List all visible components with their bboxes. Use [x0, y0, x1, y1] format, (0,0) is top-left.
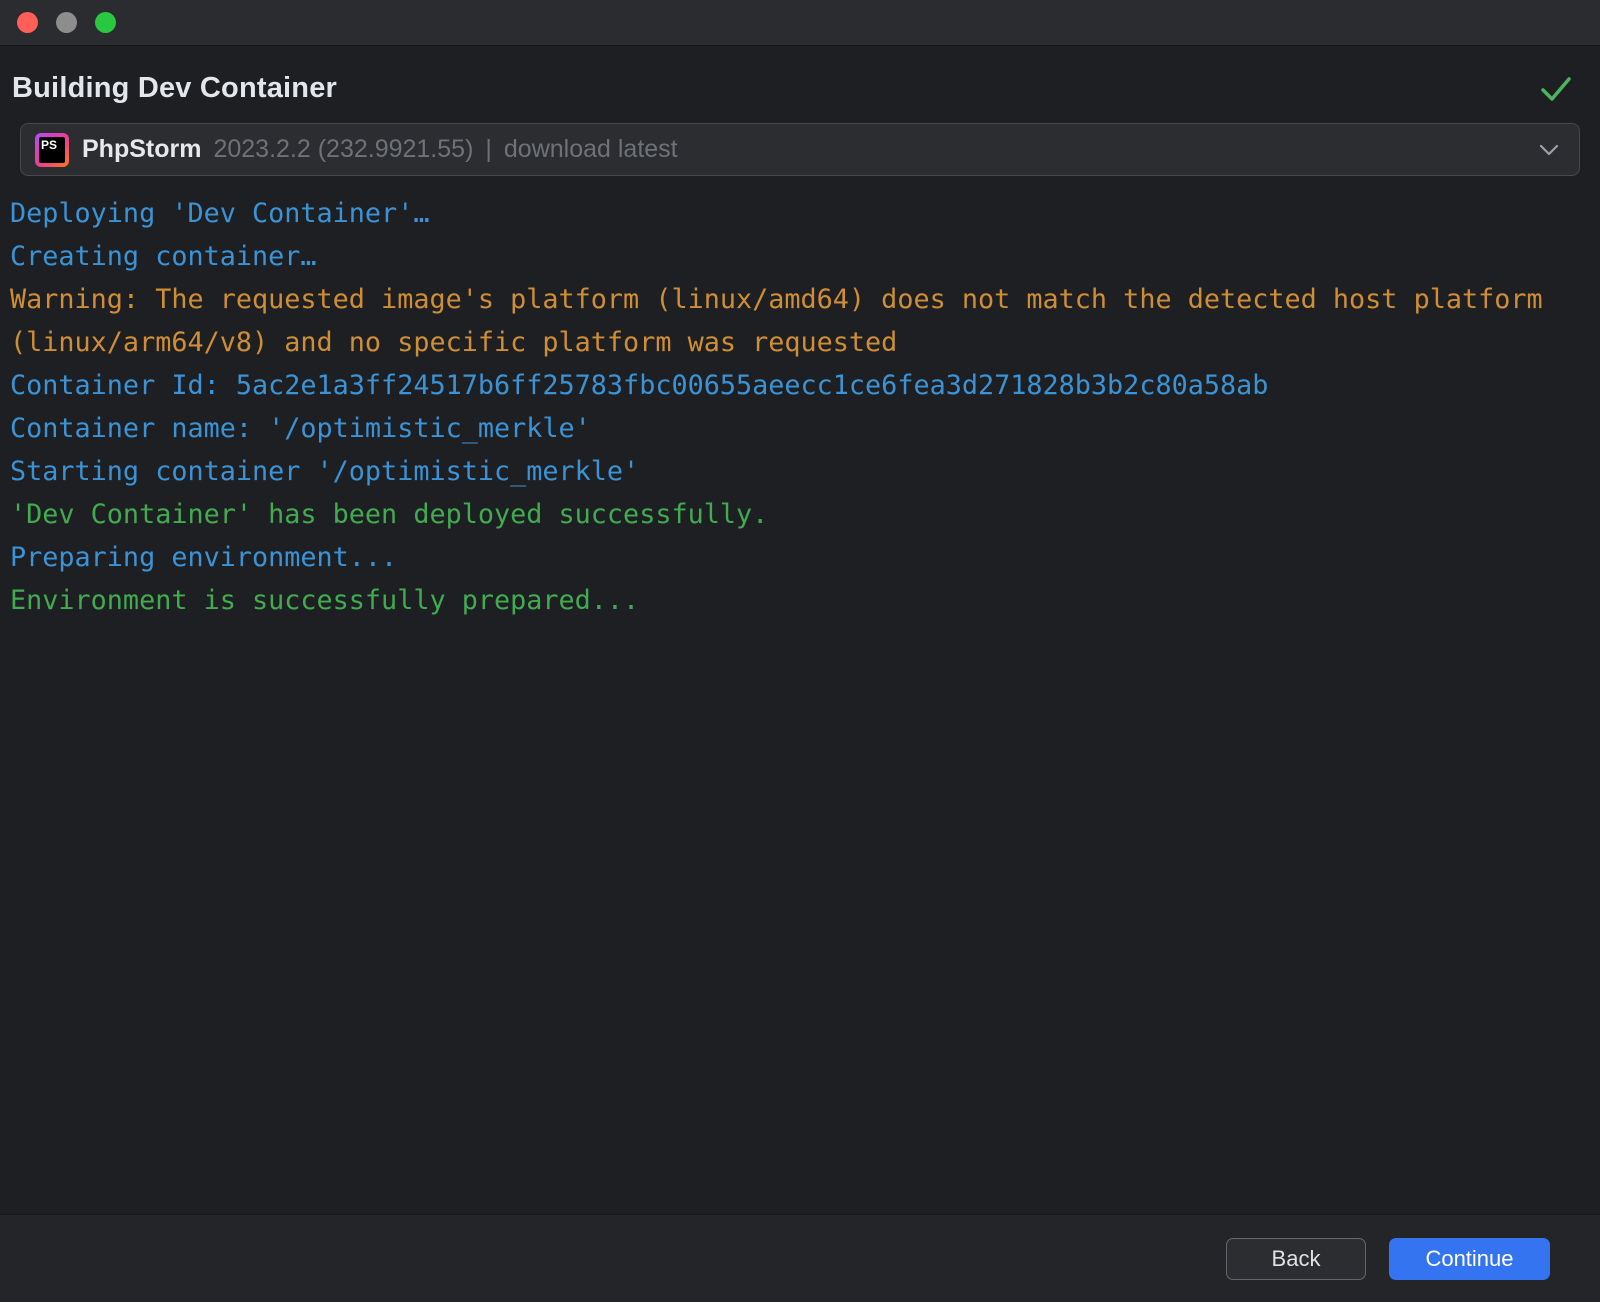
console-line: Container Id: 5ac2e1a3ff24517b6ff25783fb… — [10, 364, 1588, 407]
continue-button[interactable]: Continue — [1389, 1238, 1550, 1280]
header: Building Dev Container — [0, 46, 1600, 119]
console-line: Starting container '/optimistic_merkle' — [10, 450, 1588, 493]
phpstorm-icon: PS — [35, 133, 69, 167]
download-latest-link[interactable]: download latest — [504, 135, 678, 164]
console-line: Deploying 'Dev Container'… — [10, 192, 1588, 235]
console-log: Deploying 'Dev Container'…Creating conta… — [0, 176, 1600, 1214]
console-line: Environment is successfully prepared... — [10, 579, 1588, 622]
close-window-button[interactable] — [17, 12, 38, 33]
ide-selector-dropdown[interactable]: PS PhpStorm 2023.2.2 (232.9921.55) | dow… — [20, 123, 1580, 176]
console-line: Preparing environment... — [10, 536, 1588, 579]
console-line: Container name: '/optimistic_merkle' — [10, 407, 1588, 450]
back-button[interactable]: Back — [1226, 1238, 1366, 1280]
success-check-icon — [1540, 76, 1572, 102]
console-line: 'Dev Container' has been deployed succes… — [10, 493, 1588, 536]
ide-version: 2023.2.2 (232.9921.55) — [213, 135, 473, 164]
phpstorm-icon-letters: PS — [39, 137, 65, 163]
console-line: Creating container… — [10, 235, 1588, 278]
chevron-down-icon — [1539, 144, 1559, 156]
titlebar — [0, 0, 1600, 46]
dev-container-window: Building Dev Container PS PhpStorm 2023.… — [0, 0, 1600, 1302]
ide-separator: | — [485, 135, 492, 164]
zoom-window-button[interactable] — [95, 12, 116, 33]
footer: Back Continue — [0, 1214, 1600, 1302]
minimize-window-button[interactable] — [56, 12, 77, 33]
console-line: Warning: The requested image's platform … — [10, 278, 1588, 364]
ide-name: PhpStorm — [82, 135, 201, 164]
page-title: Building Dev Container — [12, 72, 337, 105]
